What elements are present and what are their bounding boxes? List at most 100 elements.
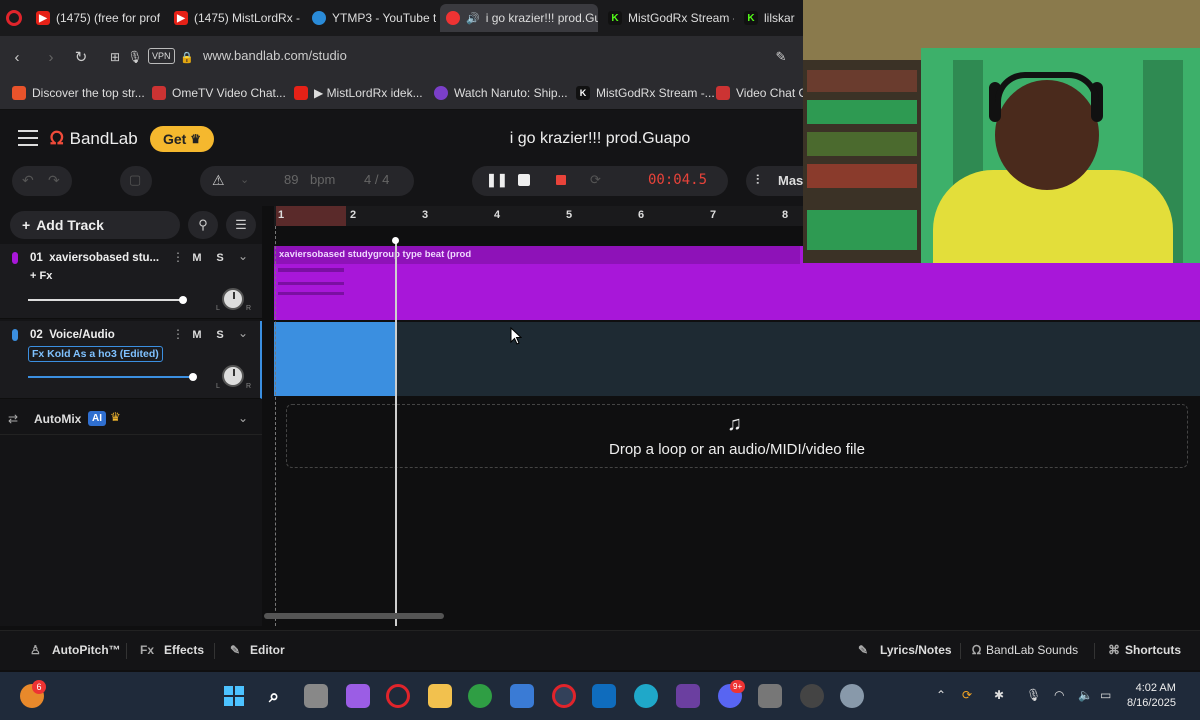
lyrics-notes-button[interactable]: Lyrics/Notes — [880, 643, 952, 657]
project-title[interactable]: i go krazier!!! prod.Guapo — [450, 130, 750, 148]
edge-icon[interactable] — [634, 684, 658, 708]
edit-icon[interactable]: ✎ — [772, 48, 790, 66]
bookmark[interactable]: Video Chat O — [716, 86, 808, 100]
bluetooth-icon[interactable]: ✱ — [994, 688, 1004, 702]
pencil-icon: ✎ — [230, 643, 241, 657]
pan-knob[interactable] — [222, 365, 244, 387]
mute-button[interactable]: M — [188, 327, 206, 343]
fx-preset-chip[interactable]: Fx Kold As a ho3 (Edited) — [28, 346, 163, 362]
more-icon[interactable]: ⋮ — [172, 327, 184, 341]
more-icon[interactable]: ⋮ — [172, 250, 184, 264]
time-signature[interactable]: 4 / 4 — [364, 172, 389, 187]
camera-icon[interactable] — [758, 684, 782, 708]
clipchamp-icon[interactable] — [676, 684, 700, 708]
autopitch-button[interactable]: AutoPitch™ — [52, 643, 121, 657]
url-field[interactable]: www.bandlab.com/studio — [203, 48, 347, 63]
chevron-up-icon[interactable]: ⌃ — [936, 688, 946, 702]
reload-icon[interactable]: ↻ — [72, 48, 90, 66]
automix-row[interactable]: ⇄ AutoMix AI ♛ ⌄ — [0, 405, 262, 435]
playhead-handle[interactable] — [392, 237, 399, 244]
bandlab-sounds-button[interactable]: BandLab Sounds — [986, 643, 1078, 657]
track-settings-button[interactable]: ☰ — [226, 211, 256, 239]
master-button[interactable]: ⫶ Mast — [746, 166, 808, 196]
metronome-icon[interactable]: ⚠ — [212, 172, 225, 189]
bookmark[interactable]: Discover the top str... — [12, 86, 145, 100]
volume-icon[interactable]: 🔈 — [1078, 688, 1093, 702]
back-icon[interactable]: ‹ — [8, 48, 26, 66]
undo-icon[interactable]: ↶ — [22, 172, 34, 189]
bookmark[interactable]: Watch Naruto: Ship... — [434, 86, 568, 100]
add-fx-button[interactable]: + Fx — [30, 270, 52, 282]
horizontal-scrollbar[interactable] — [264, 613, 444, 619]
volume-slider[interactable] — [28, 296, 187, 304]
loop-icon[interactable]: ⟳ — [590, 172, 601, 188]
browser-tab[interactable]: ▶ (1475) MistLordRx - Y — [168, 4, 302, 32]
redo-icon[interactable]: ↷ — [48, 172, 60, 189]
webcam-overlay — [803, 0, 1200, 263]
copilot-icon[interactable] — [346, 684, 370, 708]
chrome-icon[interactable] — [468, 684, 492, 708]
editor-button[interactable]: Editor — [250, 643, 285, 657]
windows-start-icon[interactable] — [222, 684, 246, 708]
chevron-down-icon[interactable]: ⌄ — [238, 249, 248, 263]
reader-icon[interactable]: ⊞ — [106, 48, 124, 66]
grid-button[interactable]: ▢ — [120, 166, 152, 196]
get-membership-button[interactable]: Get ♛ — [150, 126, 214, 152]
mic-icon[interactable]: 🎙 — [126, 48, 144, 66]
file-explorer-icon[interactable] — [428, 684, 452, 708]
outlook-icon[interactable] — [592, 684, 616, 708]
kick-icon: K — [608, 11, 622, 25]
browser-tab-active[interactable]: 🔊 i go krazier!!! prod.Gu — [440, 4, 598, 32]
solo-button[interactable]: S — [211, 250, 229, 266]
record-icon[interactable] — [556, 175, 566, 185]
chevron-down-icon[interactable]: ⌄ — [240, 173, 249, 186]
mic-icon[interactable]: 🎙 — [1026, 688, 1041, 702]
opera-icon[interactable] — [552, 684, 576, 708]
bandlab-logo[interactable]: ᘯ BandLab — [50, 128, 138, 149]
browser-tab[interactable]: K MistGodRx Stream - Y — [602, 4, 734, 32]
obs-icon[interactable] — [800, 684, 824, 708]
settings-icon[interactable] — [840, 684, 864, 708]
browser-tab[interactable]: K lilskar — [738, 4, 802, 32]
fx-icon: Fx — [140, 643, 155, 657]
track-row-selected[interactable]: 02 Voice/Audio ⋮ M S ⌄ Fx Kold As a ho3 … — [0, 321, 262, 399]
task-view-icon[interactable] — [304, 684, 328, 708]
forward-icon[interactable]: › — [42, 48, 60, 66]
pause-icon[interactable]: ❚❚ — [486, 172, 508, 188]
track-lane[interactable] — [274, 322, 1200, 396]
solo-button[interactable]: S — [211, 327, 229, 343]
browser-tab[interactable]: ▶ (1475) (free for profit) — [30, 4, 160, 32]
system-clock[interactable]: 4:02 AM 8/16/2025 — [1127, 681, 1176, 711]
wifi-icon[interactable]: ◠ — [1054, 688, 1064, 702]
tempo-value[interactable]: 89 — [284, 172, 298, 187]
opera-icon[interactable] — [6, 10, 22, 26]
add-track-button[interactable]: + Add Track — [10, 211, 180, 239]
bookmark[interactable]: ▶ MistLordRx idek... — [294, 86, 423, 100]
chevron-down-icon[interactable]: ⌄ — [238, 411, 248, 425]
browser-tab[interactable]: YTMP3 - YouTube to — [306, 4, 436, 32]
shortcuts-button[interactable]: Shortcuts — [1125, 643, 1181, 657]
playhead[interactable] — [395, 240, 397, 626]
vpn-badge[interactable]: VPN — [148, 48, 175, 64]
menu-icon[interactable] — [18, 130, 38, 146]
effects-button[interactable]: Effects — [164, 643, 204, 657]
tuner-button[interactable]: ⚲ — [188, 211, 218, 239]
sync-icon[interactable]: ⟳ — [962, 688, 972, 702]
loop-region[interactable] — [276, 206, 346, 226]
timeline-area[interactable]: 1 2 3 4 5 6 7 8 xaviersobased studygroup… — [264, 206, 1200, 626]
pan-knob[interactable] — [222, 288, 244, 310]
mouse-cursor-icon — [510, 327, 522, 345]
stop-icon[interactable] — [518, 174, 530, 186]
battery-icon[interactable]: ▭ — [1100, 688, 1111, 702]
drop-zone[interactable]: ♫ Drop a loop or an audio/MIDI/video fil… — [286, 404, 1188, 468]
volume-slider[interactable] — [28, 373, 197, 381]
chevron-down-icon[interactable]: ⌄ — [238, 326, 248, 340]
store-icon[interactable] — [510, 684, 534, 708]
track-row[interactable]: 01 xaviersobased stu... ⋮ M S ⌄ + Fx L R — [0, 244, 262, 319]
bookmark[interactable]: K MistGodRx Stream -... — [576, 86, 715, 100]
mute-button[interactable]: M — [188, 250, 206, 266]
search-icon[interactable]: ⌕ — [262, 684, 286, 708]
audio-clip-voice[interactable] — [274, 322, 395, 396]
opera-gx-icon[interactable] — [386, 684, 410, 708]
bookmark[interactable]: OmeTV Video Chat... — [152, 86, 286, 100]
